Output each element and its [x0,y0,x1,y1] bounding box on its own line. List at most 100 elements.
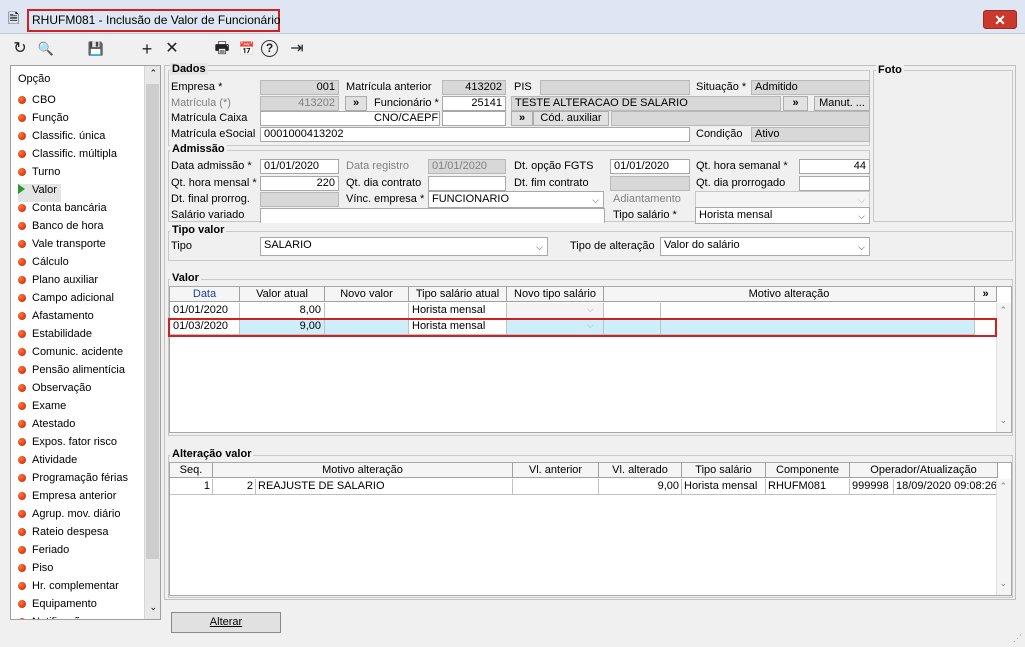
qt-dia-prorrogado-field[interactable] [799,176,870,191]
close-button[interactable]: ✕ [983,10,1017,29]
alterar-button[interactable]: Alterar [171,612,281,633]
sidebar-item[interactable]: Vale transporte [18,238,106,256]
sidebar-item[interactable]: Banco de hora [18,220,104,238]
sidebar-item[interactable]: Hr. complementar [18,580,119,598]
scroll-down-icon[interactable]: ⌄ [999,415,1007,426]
sidebar-item[interactable]: Atestado [18,418,75,436]
sidebar-item[interactable]: Campo adicional [18,292,114,310]
sidebar-item[interactable]: Equipamento [18,598,97,616]
sidebar-item[interactable]: Valor [18,184,61,202]
sidebar-item[interactable]: Feriado [18,544,69,562]
sidebar-item[interactable]: Programação férias [18,472,128,490]
cod-auxiliar-lookup-button[interactable]: » [511,111,533,126]
funcionario-lookup-button[interactable]: » [345,96,367,111]
alteracao-cell[interactable]: Horista mensal [682,479,766,495]
delete-icon[interactable]: ✕ [161,38,183,60]
add-icon[interactable]: + [136,38,158,60]
sidebar-item[interactable]: CBO [18,94,56,112]
funcionario-expand-button[interactable]: » [783,96,808,111]
sidebar-item[interactable]: Expos. fator risco [18,436,117,454]
refresh-icon[interactable]: ↻ [9,38,31,60]
alteracao-cell[interactable]: 1 [170,479,213,495]
exit-icon[interactable]: ⇥ [286,38,308,60]
alteracao-cell[interactable]: 999998 [850,479,894,495]
cod-auxiliar-button[interactable]: Cód. auxiliar [533,111,609,126]
funcionario-field[interactable]: 25141 [442,96,506,111]
scroll-down-icon[interactable]: ⌄ [999,578,1007,589]
sidebar-item[interactable]: Rateio despesa [18,526,108,544]
alteracao-column-header[interactable]: Tipo salário [682,463,766,478]
dt-opcao-fgts-field[interactable]: 01/01/2020 [610,159,690,174]
calendar-icon[interactable]: 📅 [236,38,258,60]
condicao-field[interactable]: Ativo [751,127,870,142]
manut-button[interactable]: Manut. ... [814,96,870,111]
alteracao-cell[interactable]: RHUFM081 [766,479,850,495]
tipo-salario-select[interactable]: Horista mensal ⌵ [695,207,870,224]
sidebar-item[interactable]: Exame [18,400,66,418]
sidebar-item[interactable]: Empresa anterior [18,490,116,508]
sidebar-item[interactable]: Classific. múltipla [18,148,117,166]
cno-caepf-field[interactable] [442,111,506,126]
pis-field[interactable] [540,80,690,95]
alteracao-cell[interactable]: REAJUSTE DE SALARIO [256,479,513,495]
qt-hora-mensal-field[interactable]: 220 [260,176,339,191]
matricula-esocial-field[interactable]: 0001000413202 [260,127,690,142]
alteracao-cell[interactable] [513,479,599,495]
sidebar-item[interactable]: Classific. única [18,130,105,148]
matricula-anterior-field[interactable]: 413202 [442,80,506,95]
sidebar-item[interactable]: Notificação [18,616,86,619]
save-icon[interactable]: 💾 [85,38,107,60]
alteracao-cell[interactable]: 9,00 [599,479,682,495]
sidebar-item[interactable]: Função [18,112,69,130]
dt-final-prorrog-field[interactable] [260,192,339,207]
resize-grip-icon[interactable]: ⋰ [1013,633,1022,644]
sidebar-item[interactable]: Comunic. acidente [18,346,123,364]
print-icon[interactable]: 🖶 [211,38,233,60]
valor-grid-scrollbar[interactable] [996,303,1011,432]
tipo-alteracao-select[interactable]: Valor do salário ⌵ [660,237,870,256]
alteracao-column-header[interactable]: Motivo alteração [213,463,513,478]
sidebar-item[interactable]: Piso [18,562,53,580]
scroll-down-icon[interactable]: ⌄ [149,602,157,613]
valor-cell-extra[interactable] [660,303,975,319]
alteracao-column-header[interactable]: Vl. alterado [599,463,682,478]
sidebar-item[interactable]: Atividade [18,454,77,472]
data-registro-field[interactable]: 01/01/2020 [428,159,506,174]
matricula-field[interactable]: 413202 [260,96,339,111]
situacao-field[interactable]: Admitido [751,80,870,95]
search-icon[interactable]: 🔍 [35,38,57,60]
qt-dia-contrato-field[interactable] [428,176,506,191]
alteracao-column-header[interactable]: Seq. [170,463,213,478]
help-icon[interactable]: ? [261,40,278,57]
sidebar-item[interactable]: Estabilidade [18,328,92,346]
sidebar-scroll-thumb[interactable] [146,84,159,559]
salario-variado-field[interactable] [260,208,605,223]
alteracao-cell[interactable]: 2 [213,479,256,495]
adiantamento-select[interactable]: ⌵ [695,191,870,208]
sidebar-item[interactable]: Afastamento [18,310,94,328]
qt-hora-semanal-field[interactable]: 44 [799,159,870,174]
scroll-up-icon[interactable]: ⌃ [999,305,1007,316]
vinc-empresa-select[interactable]: FUNCIONARIO ⌵ [428,191,604,208]
valor-column-header[interactable]: Data [170,287,240,302]
scroll-up-icon[interactable]: ⌃ [149,68,157,79]
alteracao-column-header[interactable]: Componente [766,463,850,478]
alteracao-cell[interactable]: 18/09/2020 09:08:26 [894,479,998,495]
valor-column-header[interactable]: Novo tipo salário [507,287,604,302]
valor-column-header[interactable]: Tipo salário atual [409,287,507,302]
data-admissao-field[interactable]: 01/01/2020 [260,159,339,174]
valor-column-header[interactable]: Motivo alteração [604,287,975,302]
sidebar-item[interactable]: Turno [18,166,60,184]
valor-cell[interactable]: 01/01/2020 [170,303,240,319]
tipo-select[interactable]: SALARIO ⌵ [260,237,548,256]
cod-auxiliar-field[interactable] [611,111,870,126]
valor-cell[interactable] [325,303,409,319]
expand-columns-button[interactable]: » [975,287,997,302]
alteracao-column-header[interactable]: Vl. anterior [513,463,599,478]
valor-column-header[interactable]: Valor atual [240,287,325,302]
sidebar-item[interactable]: Plano auxiliar [18,274,98,292]
valor-cell[interactable]: 8,00 [240,303,325,319]
valor-column-header[interactable]: Novo valor [325,287,409,302]
sidebar-item[interactable]: Cálculo [18,256,69,274]
sidebar-item[interactable]: Observação [18,382,91,400]
